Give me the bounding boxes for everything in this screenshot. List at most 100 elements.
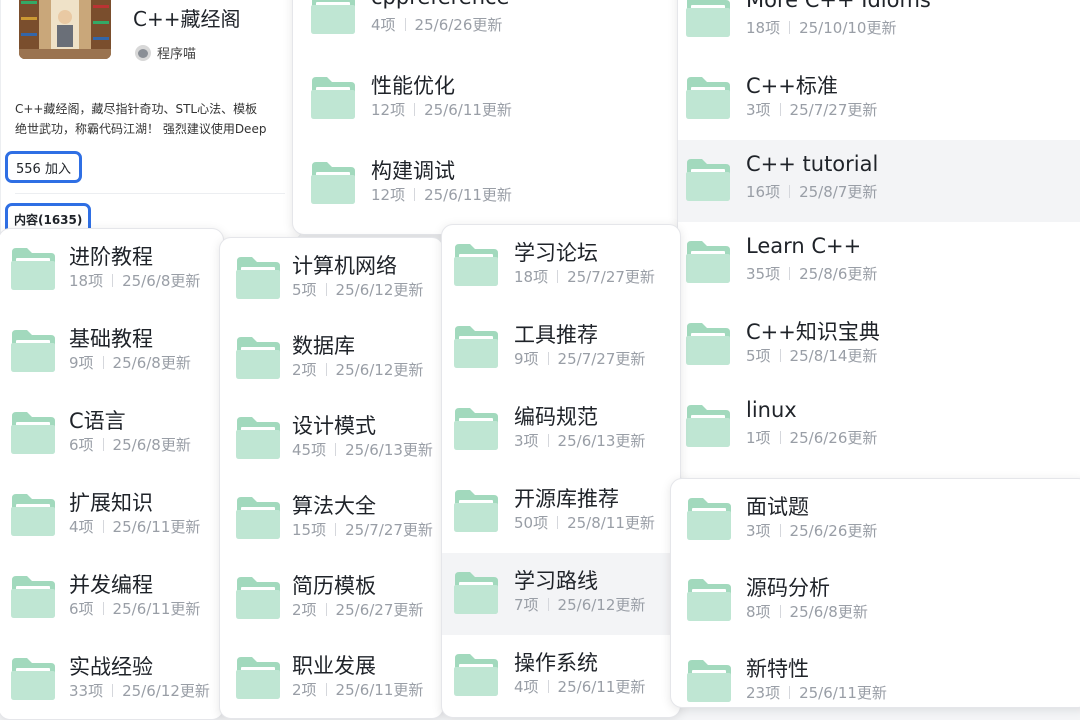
divider bbox=[15, 193, 285, 194]
folder-row[interactable]: C语言 6项 25/6/8更新 bbox=[0, 393, 223, 475]
item-count: 15项 bbox=[292, 521, 327, 539]
item-count: 9项 bbox=[69, 354, 94, 372]
folder-row[interactable]: 工具推荐 9项 25/7/27更新 bbox=[442, 307, 680, 389]
item-count: 12项 bbox=[371, 186, 406, 204]
folder-row[interactable]: 新特性 23项 25/6/11更新 bbox=[671, 641, 1080, 707]
folder-row[interactable]: C++ tutorial 16项 25/8/7更新 bbox=[678, 140, 1080, 222]
folder-row[interactable]: 开源库推荐 50项 25/8/11更新 bbox=[442, 471, 680, 553]
folder-icon bbox=[309, 0, 357, 36]
folder-name: 算法大全 bbox=[292, 494, 376, 518]
updated-date: 25/6/11更新 bbox=[424, 186, 512, 204]
folder-meta: 4项 25/6/26更新 bbox=[371, 14, 502, 35]
meta-separator bbox=[102, 356, 104, 369]
folder-icon bbox=[684, 75, 732, 121]
folder-row[interactable]: linux 1项 25/6/26更新 bbox=[678, 386, 1080, 468]
meta-separator bbox=[404, 18, 406, 31]
item-count: 6项 bbox=[69, 436, 94, 454]
folder-name: 操作系统 bbox=[514, 651, 598, 675]
folder-name: 计算机网络 bbox=[292, 254, 397, 278]
folder-icon bbox=[452, 488, 500, 534]
item-count: 12项 bbox=[371, 101, 406, 119]
folder-icon bbox=[685, 577, 733, 623]
updated-date: 25/6/11更新 bbox=[799, 684, 887, 702]
item-count: 3项 bbox=[746, 101, 771, 119]
folder-icon bbox=[9, 246, 57, 292]
folder-row[interactable]: 性能优化 12项 25/6/11更新 bbox=[293, 58, 678, 140]
folder-meta: 3项 25/6/13更新 bbox=[514, 430, 645, 451]
updated-date: 25/6/11更新 bbox=[112, 518, 201, 536]
folder-row[interactable]: C++标准 3项 25/7/27更新 bbox=[678, 58, 1080, 140]
group-title: C++藏经阁 bbox=[133, 7, 241, 31]
folder-icon bbox=[9, 656, 57, 702]
folder-meta: 9项 25/7/27更新 bbox=[514, 348, 645, 369]
folder-icon bbox=[452, 324, 500, 370]
folder-panel: 进阶教程 18项 25/6/8更新 基础教程 9项 25/6/8更新 C语言 6项 25/6/8… bbox=[0, 228, 224, 720]
folder-icon bbox=[452, 242, 500, 288]
updated-date: 25/6/11更新 bbox=[424, 101, 512, 119]
item-count: 23项 bbox=[746, 684, 781, 702]
folder-row[interactable]: 面试题 3项 25/6/26更新 bbox=[671, 479, 1080, 561]
folder-icon bbox=[684, 403, 732, 449]
folder-row[interactable]: 算法大全 15项 25/7/27更新 bbox=[220, 478, 443, 560]
item-count: 2项 bbox=[292, 361, 317, 379]
folder-row[interactable]: 职业发展 2项 25/6/11更新 bbox=[220, 638, 443, 718]
folder-icon bbox=[9, 410, 57, 456]
folder-name: 设计模式 bbox=[292, 414, 376, 438]
item-count: 4项 bbox=[69, 518, 94, 536]
updated-date: 25/6/26更新 bbox=[789, 522, 878, 540]
folder-row[interactable]: 基础教程 9项 25/6/8更新 bbox=[0, 311, 223, 393]
folder-icon bbox=[9, 574, 57, 620]
folder-row[interactable]: 操作系统 4项 25/6/11更新 bbox=[442, 635, 680, 717]
folder-icon bbox=[234, 495, 282, 541]
folder-row[interactable]: cppreference 4项 25/6/26更新 bbox=[293, 0, 678, 55]
meta-separator bbox=[325, 363, 327, 376]
folder-icon bbox=[452, 652, 500, 698]
folder-name: 并发编程 bbox=[69, 573, 153, 597]
folder-row[interactable]: 学习路线 7项 25/6/12更新 bbox=[442, 553, 680, 635]
item-count: 2项 bbox=[292, 601, 317, 619]
folder-row[interactable]: 并发编程 6项 25/6/11更新 bbox=[0, 557, 223, 639]
folder-row[interactable]: 进阶教程 18项 25/6/8更新 bbox=[0, 229, 223, 311]
folder-panel: 学习论坛 18项 25/7/27更新 工具推荐 9项 25/7/27更新 编码规范 3项 25/… bbox=[441, 224, 681, 718]
folder-row[interactable]: 扩展知识 4项 25/6/11更新 bbox=[0, 475, 223, 557]
meta-separator bbox=[112, 684, 114, 697]
meta-separator bbox=[102, 438, 104, 451]
updated-date: 25/8/6更新 bbox=[799, 265, 878, 283]
folder-icon bbox=[309, 160, 357, 206]
folder-row[interactable]: 实战经验 33项 25/6/12更新 bbox=[0, 639, 223, 719]
folder-icon bbox=[309, 75, 357, 121]
meta-separator bbox=[547, 680, 549, 693]
folder-row[interactable]: 简历模板 2项 25/6/27更新 bbox=[220, 558, 443, 640]
item-count: 2项 bbox=[292, 681, 317, 699]
members-count-button[interactable]: 556 加入 bbox=[5, 151, 82, 183]
item-count: 33项 bbox=[69, 682, 104, 700]
folder-meta: 18项 25/6/8更新 bbox=[69, 270, 200, 291]
folder-icon bbox=[234, 335, 282, 381]
folder-row[interactable]: More C++ Idioms 18项 25/10/10更新 bbox=[678, 0, 1080, 58]
folder-row[interactable]: 学习论坛 18项 25/7/27更新 bbox=[442, 225, 680, 307]
folder-row[interactable]: 编码规范 3项 25/6/13更新 bbox=[442, 389, 680, 471]
folder-row[interactable]: Learn C++ 35项 25/8/6更新 bbox=[678, 222, 1080, 304]
folder-row[interactable]: 计算机网络 5项 25/6/12更新 bbox=[220, 238, 443, 320]
folder-name: Learn C++ bbox=[746, 234, 862, 258]
folder-row[interactable]: C++知识宝典 5项 25/8/14更新 bbox=[678, 304, 1080, 386]
updated-date: 25/6/13更新 bbox=[557, 432, 646, 450]
meta-separator bbox=[789, 267, 791, 280]
folder-icon bbox=[684, 239, 732, 285]
folder-meta: 5项 25/8/14更新 bbox=[746, 345, 877, 366]
item-count: 4项 bbox=[514, 678, 539, 696]
folder-row[interactable]: 设计模式 45项 25/6/13更新 bbox=[220, 398, 443, 480]
meta-separator bbox=[779, 605, 781, 618]
folder-row[interactable]: 源码分析 8项 25/6/8更新 bbox=[671, 560, 1080, 642]
folder-icon bbox=[452, 406, 500, 452]
folder-row[interactable]: 数据库 2项 25/6/12更新 bbox=[220, 318, 443, 400]
meta-separator bbox=[102, 602, 104, 615]
meta-separator bbox=[112, 274, 114, 287]
folder-meta: 6项 25/6/11更新 bbox=[69, 598, 200, 619]
group-cover-image[interactable] bbox=[19, 0, 111, 59]
group-owner[interactable]: 程序喵 bbox=[135, 43, 196, 62]
meta-separator bbox=[557, 516, 559, 529]
folder-row[interactable]: 构建调试 12项 25/6/11更新 bbox=[293, 143, 678, 225]
updated-date: 25/7/27更新 bbox=[789, 101, 878, 119]
folder-panel: More C++ Idioms 18项 25/10/10更新 C++标准 3项 25/7/… bbox=[677, 0, 1080, 482]
